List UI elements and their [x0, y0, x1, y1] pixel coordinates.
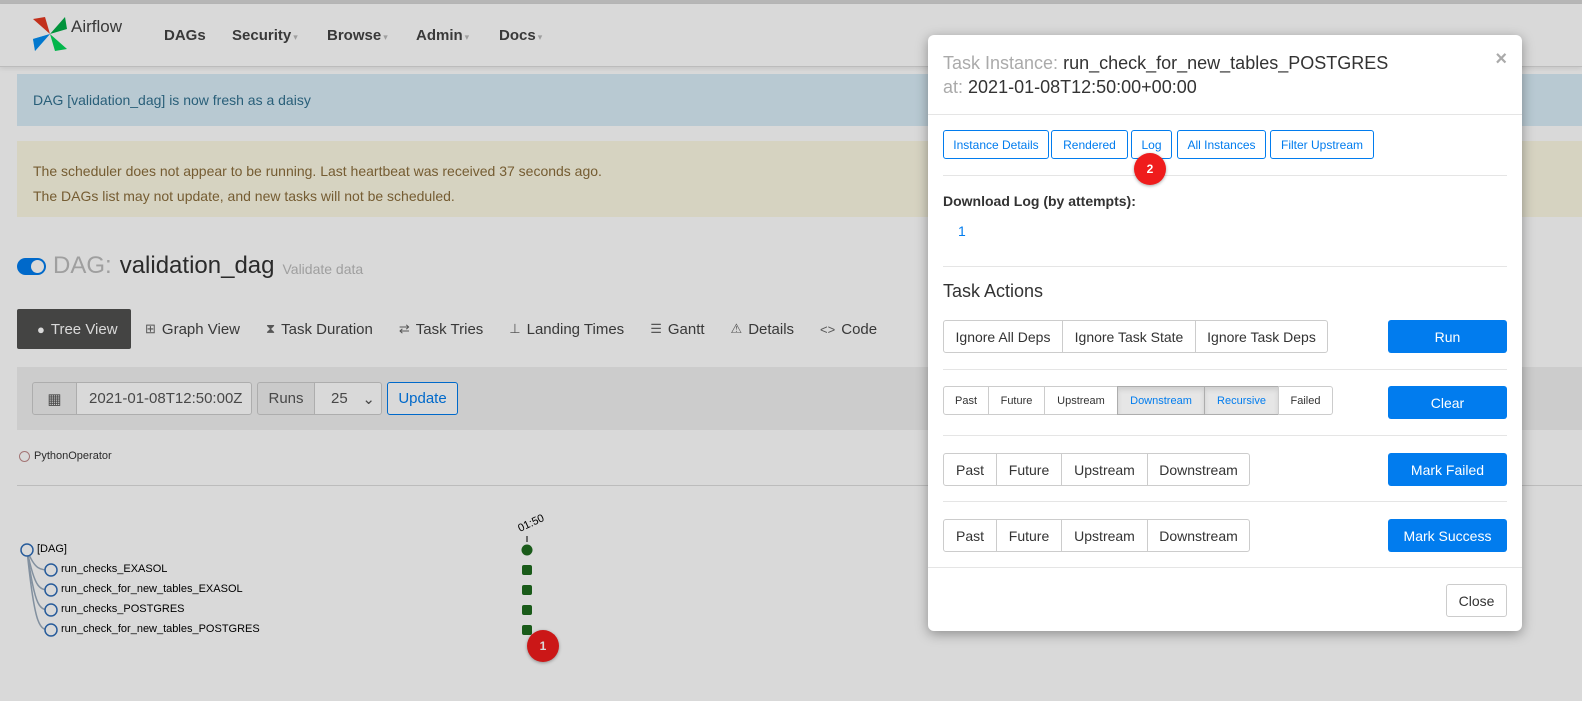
divider: [943, 435, 1507, 436]
title-prefix: Task Instance:: [943, 53, 1059, 73]
task-id: run_check_for_new_tables_POSTGRES: [1063, 53, 1389, 73]
modal-title: Task Instance: run_check_for_new_tables_…: [943, 51, 1388, 99]
modal-footer-divider: [928, 567, 1522, 568]
mark-failed-options-group: Past Future Upstream Downstream: [943, 453, 1250, 486]
modal-header: Task Instance: run_check_for_new_tables_…: [928, 35, 1522, 115]
all-instances-button[interactable]: All Instances: [1177, 130, 1266, 159]
clear-options-group: Past Future Upstream Downstream Recursive Fai…: [943, 386, 1333, 415]
run-options-group: Ignore All Deps Ignore Task State Ignore T…: [943, 320, 1328, 353]
divider: [943, 369, 1507, 370]
success-option-downstream[interactable]: Downstream: [1147, 519, 1250, 552]
divider: [943, 175, 1507, 176]
task-actions-heading: Task Actions: [943, 281, 1044, 301]
log-attempt-link[interactable]: 1: [958, 223, 966, 239]
success-option-past[interactable]: Past: [943, 519, 997, 552]
divider: [943, 501, 1507, 502]
close-icon[interactable]: ×: [1495, 48, 1507, 71]
failed-option-upstream[interactable]: Upstream: [1061, 453, 1148, 486]
clear-option-upstream[interactable]: Upstream: [1044, 386, 1118, 415]
run-button[interactable]: Run: [1388, 320, 1507, 353]
clear-option-recursive[interactable]: Recursive: [1204, 386, 1279, 415]
run-option-ignore-task-deps[interactable]: Ignore Task Deps: [1195, 320, 1328, 353]
success-option-future[interactable]: Future: [996, 519, 1062, 552]
at-prefix: at:: [943, 77, 964, 97]
clear-option-future[interactable]: Future: [988, 386, 1045, 415]
failed-option-future[interactable]: Future: [996, 453, 1062, 486]
task-instance-modal: Task Instance: run_check_for_new_tables_…: [928, 35, 1522, 631]
success-option-upstream[interactable]: Upstream: [1061, 519, 1148, 552]
close-button[interactable]: Close: [1446, 584, 1507, 617]
step-badge-2: 2: [1134, 153, 1166, 185]
clear-option-failed[interactable]: Failed: [1278, 386, 1333, 415]
rendered-button[interactable]: Rendered: [1051, 130, 1128, 159]
failed-option-downstream[interactable]: Downstream: [1147, 453, 1250, 486]
clear-button[interactable]: Clear: [1388, 386, 1507, 419]
divider: [943, 266, 1507, 267]
run-option-ignore-task-state[interactable]: Ignore Task State: [1062, 320, 1196, 353]
failed-option-past[interactable]: Past: [943, 453, 997, 486]
download-log-label: Download Log (by attempts):: [943, 193, 1136, 209]
mark-failed-button[interactable]: Mark Failed: [1388, 453, 1507, 486]
clear-option-downstream[interactable]: Downstream: [1117, 386, 1205, 415]
instance-details-button[interactable]: Instance Details: [943, 130, 1049, 159]
filter-upstream-button[interactable]: Filter Upstream: [1270, 130, 1374, 159]
execution-date: 2021-01-08T12:50:00+00:00: [968, 77, 1197, 97]
mark-success-button[interactable]: Mark Success: [1388, 519, 1507, 552]
clear-option-past[interactable]: Past: [943, 386, 989, 415]
run-option-ignore-all-deps[interactable]: Ignore All Deps: [943, 320, 1063, 353]
mark-success-options-group: Past Future Upstream Downstream: [943, 519, 1250, 552]
